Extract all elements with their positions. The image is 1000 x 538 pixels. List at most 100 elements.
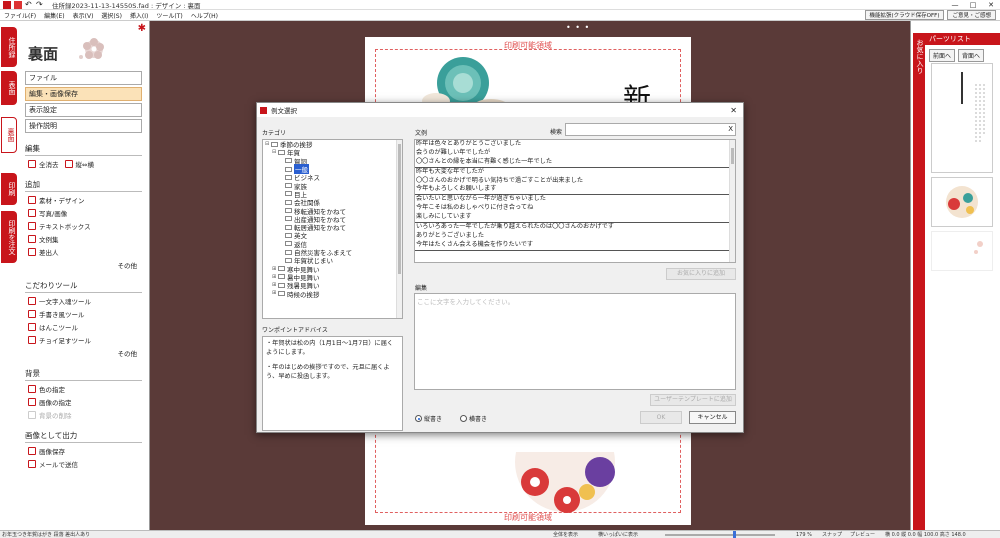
tree-item[interactable]: 年賀状じまい <box>263 256 402 265</box>
save-image-button[interactable]: 画像保存 <box>28 446 149 456</box>
orientation-button[interactable]: 縦⇔横 <box>64 159 94 169</box>
minimize-button[interactable]: — <box>946 1 964 9</box>
help-button[interactable]: 操作説明 <box>25 119 142 133</box>
send-back-button[interactable]: 背面へ <box>958 49 985 62</box>
save-icon[interactable] <box>14 0 22 9</box>
edit-textarea[interactable]: ここに文字を入力してください。 <box>414 293 736 390</box>
search-input[interactable]: X <box>565 123 736 136</box>
bg-image-button[interactable]: 画像の指定 <box>28 397 149 407</box>
fit-all-button[interactable]: 全体を表示 <box>553 531 578 538</box>
tools-other-link[interactable]: その他 <box>18 348 138 358</box>
gear-icon[interactable]: ✱ <box>138 23 146 34</box>
search-clear-button[interactable]: X <box>728 125 733 133</box>
ok-button[interactable]: OK <box>640 411 682 424</box>
fit-width-button[interactable]: 横いっぱいに表示 <box>598 531 638 538</box>
example-item[interactable]: 昨年は色々とありがとうございました 会うのが難しい年でしたが 〇〇さんとの縁を本当に… <box>415 140 735 168</box>
tree-scrollbar[interactable] <box>396 140 402 318</box>
feedback-button[interactable]: ご意見・ご感想 <box>947 10 996 20</box>
menu-edit[interactable]: 編集(E) <box>40 11 68 20</box>
tree-item[interactable]: ⊞ 暑中見舞い <box>263 273 402 282</box>
tree-item[interactable]: 転居通知をかねて <box>263 223 402 232</box>
examples-scrollbar-thumb[interactable] <box>731 148 734 164</box>
horizontal-writing-radio[interactable]: 横書き <box>460 414 487 423</box>
advice-box: ・年賀状は松の内（1月1日～1月7日）に届くようにします。 ・年のはじめの挨拶で… <box>262 336 403 431</box>
example-item[interactable]: 昨年も大変な年でしたが 〇〇さんのおかげで明るい気持ちで過ごすことが出来ました 今年… <box>415 168 735 196</box>
add-favorite-button[interactable]: お気に入りに追加 <box>666 268 736 280</box>
undo-icon[interactable]: ↶ <box>25 0 33 9</box>
tool-handwrite-button[interactable]: 手書き風ツール <box>28 309 149 319</box>
maximize-button[interactable]: □ <box>964 1 982 9</box>
file-button[interactable]: ファイル <box>25 71 142 85</box>
status-bar: お年玉つき年賀はがき 段落 差出人あり 全体を表示 横いっぱいに表示 179 %… <box>0 530 1000 538</box>
tree-item[interactable]: 一般 <box>263 164 402 175</box>
menu-insert[interactable]: 挿入(I) <box>126 11 152 20</box>
folder-icon <box>285 166 292 172</box>
example-item[interactable]: 会いたいと思いながら一年が過ぎちゃいました 今年こそは私のおしゃべりに付き合ってね… <box>415 195 735 224</box>
category-tree[interactable]: ⊟ 季節の挨拶 ⊟ 年賀 賀詞 一般 ビジネス 家族 目上 会社関係 移転通知をかねて 出産通知をかね… <box>262 139 403 319</box>
tree-item[interactable]: ⊞ 寒中見舞い <box>263 264 402 274</box>
tree-scrollbar-thumb[interactable] <box>398 144 401 274</box>
examples-list[interactable]: 昨年は色々とありがとうございました 会うのが難しい年でしたが 〇〇さんとの縁を本当に… <box>414 139 736 263</box>
edit-save-button[interactable]: 編集・画像保存 <box>25 87 142 101</box>
tree-item[interactable]: 目上 <box>263 190 402 199</box>
add-photo-button[interactable]: 写真/画像 <box>28 208 149 218</box>
menu-tools[interactable]: ツール(T) <box>152 11 186 20</box>
display-settings-button[interactable]: 表示設定 <box>25 103 142 117</box>
close-icon[interactable]: ✕ <box>730 106 737 115</box>
part-thumbnail-text[interactable] <box>931 63 993 173</box>
tab-back[interactable]: 裏面 <box>1 117 17 153</box>
zoom-slider[interactable] <box>665 534 775 536</box>
close-button[interactable]: ✕ <box>982 1 1000 9</box>
folder-icon <box>285 191 292 197</box>
menu-select[interactable]: 選択(S) <box>97 11 126 20</box>
bg-delete-button[interactable]: 背景の削除 <box>28 410 149 420</box>
tool-onechar-button[interactable]: 一文字入魂ツール <box>28 296 149 306</box>
orientation-label: 縦⇔横 <box>75 161 94 169</box>
tab-print[interactable]: 印刷 <box>1 173 17 205</box>
tree-item[interactable]: ⊟ 季節の挨拶 <box>263 140 402 149</box>
example-item[interactable]: いろいろあった一年でしたが乗り越えられたのは〇〇さんのおかげです ありがとうござい… <box>415 223 735 251</box>
example-line: 会いたいと思いながら一年が過ぎちゃいました <box>416 195 546 203</box>
examples-scrollbar[interactable] <box>729 140 735 262</box>
add-template-button[interactable]: ユーザーテンプレートに追加 <box>650 394 736 406</box>
part-thumbnail-dots[interactable] <box>931 231 993 271</box>
tree-item[interactable]: 賀詞 <box>263 157 402 166</box>
bring-front-button[interactable]: 前面へ <box>929 49 956 62</box>
zoom-slider-thumb[interactable] <box>733 531 736 538</box>
send-mail-button[interactable]: メールで送信 <box>28 459 149 469</box>
tab-order-print[interactable]: 印刷を注文 <box>1 211 17 263</box>
favorites-tab[interactable]: お気に入り <box>913 33 925 531</box>
tool-stamp-button[interactable]: はんこツール <box>28 322 149 332</box>
add-sender-button[interactable]: 差出人 <box>28 247 149 257</box>
redo-icon[interactable]: ↷ <box>36 0 44 9</box>
add-textbox-button[interactable]: テキストボックス <box>28 221 149 231</box>
tab-address-book[interactable]: 住所録 <box>1 27 17 67</box>
photo-icon <box>28 209 36 217</box>
add-material-button[interactable]: 素材・デザイン <box>28 195 149 205</box>
tree-item[interactable]: ⊞ 残暑見舞い <box>263 281 402 290</box>
vertical-writing-radio[interactable]: 縦書き <box>415 414 442 423</box>
extension-button[interactable]: 機能拡張(クラウド保存OFF) <box>864 10 945 20</box>
menu-file[interactable]: ファイル(F) <box>0 11 40 20</box>
folder-icon <box>285 241 292 247</box>
panel-handle[interactable]: • • • <box>566 23 590 32</box>
add-examples-button[interactable]: 文例集 <box>28 234 149 244</box>
bg-delete-label: 背景の削除 <box>39 412 72 420</box>
clear-all-button[interactable]: 全消去 <box>28 159 59 169</box>
part-thumbnail-illustration[interactable] <box>931 177 993 227</box>
search-label: 検索 <box>550 129 563 136</box>
tree-item[interactable]: ビジネス <box>263 173 402 182</box>
tool-choitasu-button[interactable]: チョイ足すツール <box>28 335 149 345</box>
add-other-link[interactable]: その他 <box>18 260 138 270</box>
cancel-button[interactable]: キャンセル <box>689 411 736 424</box>
tab-front[interactable]: 表面 <box>1 71 17 105</box>
tree-item[interactable]: ⊟ 年賀 <box>263 148 402 157</box>
tree-item[interactable]: 家族 <box>263 181 402 191</box>
menu-help[interactable]: ヘルプ(H) <box>187 11 222 20</box>
bg-color-button[interactable]: 色の指定 <box>28 384 149 394</box>
tree-item[interactable]: 英文 <box>263 231 402 240</box>
menu-view[interactable]: 表示(V) <box>69 11 98 20</box>
preview-toggle[interactable]: プレビュー <box>850 531 875 538</box>
snap-toggle[interactable]: スナップ <box>822 531 842 538</box>
tree-item[interactable]: ⊞ 時候の挨拶 <box>263 289 402 298</box>
